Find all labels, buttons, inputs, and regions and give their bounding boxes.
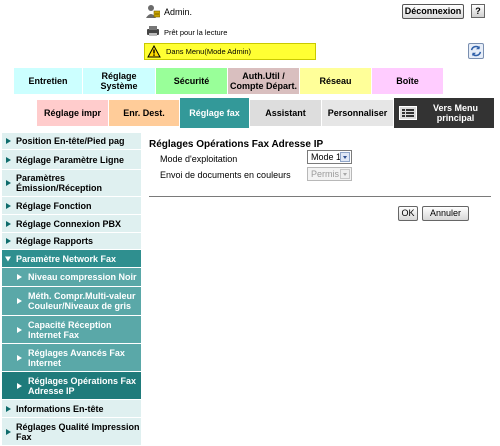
help-button[interactable]: ? — [471, 4, 485, 18]
chevron-right-icon — [6, 202, 11, 209]
color-docs-select[interactable]: Permis — [307, 167, 352, 181]
tab-print-settings[interactable]: Réglage impr — [37, 100, 109, 126]
main-tab-row: Entretien Réglage Système Sécurité Auth.… — [14, 68, 444, 95]
printer-icon — [147, 26, 159, 36]
chevron-down-icon — [340, 152, 350, 162]
sidebar-item-label: Position En-tête/Pied pag — [16, 136, 125, 146]
sidebar-item-label: Réglages Avancés Fax Internet — [28, 347, 125, 368]
chevron-right-icon — [6, 156, 11, 163]
sidebar-item-label: Méth. Compr.Multi-valeur Couleur/Niveaux… — [28, 291, 136, 311]
mode-select[interactable]: Mode 1 — [307, 150, 352, 164]
chevron-right-icon — [6, 180, 11, 186]
menu-icon — [399, 106, 417, 120]
tab-network[interactable]: Réseau — [300, 68, 372, 94]
ok-button[interactable]: OK — [398, 206, 418, 221]
refresh-icon — [470, 45, 482, 57]
sidebar-item-label: Réglage Connexion PBX — [16, 218, 122, 229]
sidebar-item-label: Paramètres Émission/Réception — [16, 173, 103, 193]
tab-user-auth[interactable]: Auth.Util / Compte Départ. — [228, 68, 300, 94]
chevron-right-icon — [17, 354, 22, 361]
sidebar-item-header-footer-position[interactable]: Position En-tête/Pied pag — [2, 133, 141, 150]
sidebar-item-pbx-connection[interactable]: Réglage Connexion PBX — [2, 215, 141, 233]
chevron-right-icon — [6, 428, 11, 435]
sidebar-subitem-color-compression[interactable]: Méth. Compr.Multi-valeur Couleur/Niveaux… — [2, 287, 141, 316]
chevron-right-icon — [6, 238, 11, 244]
sidebar-subitem-black-compression[interactable]: Niveau compression Noir — [2, 268, 141, 287]
status-text: Prêt pour la lecture — [164, 28, 228, 37]
chevron-right-icon — [17, 382, 22, 389]
sidebar-subitem-ifax-capacity[interactable]: Capacité Réception Internet Fax — [2, 316, 141, 344]
sidebar-item-label: Informations En-tête — [16, 403, 104, 414]
chevron-down-icon — [5, 256, 11, 261]
chevron-right-icon — [6, 405, 11, 412]
logout-button[interactable]: Déconnexion — [402, 4, 464, 19]
chevron-right-icon — [17, 298, 22, 304]
divider — [149, 196, 491, 197]
admin-mode-banner: Dans Menu(Mode Admin) — [144, 43, 316, 60]
sub-tab-row: Réglage impr Enr. Dest. Réglage fax Assi… — [37, 98, 495, 128]
sidebar-item-function-settings[interactable]: Réglage Fonction — [2, 197, 141, 215]
sidebar-item-label: Réglage Fonction — [16, 200, 92, 211]
sidebar-item-label: Capacité Réception Internet Fax — [28, 319, 112, 340]
chevron-right-icon — [17, 326, 22, 333]
sidebar-item-label: Réglage Paramètre Ligne — [16, 154, 125, 165]
mode-text: Dans Menu(Mode Admin) — [166, 47, 252, 56]
tab-main-menu[interactable]: Vers Menu principal — [394, 98, 495, 128]
chevron-right-icon — [6, 138, 11, 144]
sidebar-item-label: Paramètre Network Fax — [16, 253, 117, 264]
tab-main-menu-label: Vers Menu principal — [432, 103, 479, 123]
sidebar-item-report-settings[interactable]: Réglage Rapports — [2, 233, 141, 250]
sidebar-item-header-information[interactable]: Informations En-tête — [2, 400, 141, 418]
mode-select-value: Mode 1 — [311, 152, 342, 162]
tab-system-settings[interactable]: Réglage Système — [83, 68, 156, 94]
sidebar-subitem-ip-fax-operations[interactable]: Réglages Opérations Fax Adresse IP — [2, 372, 141, 400]
user-label: Admin. — [164, 7, 193, 17]
tab-wizard[interactable]: Assistant — [250, 100, 322, 126]
tab-fax-settings[interactable]: Réglage fax — [180, 98, 250, 128]
color-docs-select-value: Permis — [311, 169, 340, 179]
tab-maintenance[interactable]: Entretien — [14, 68, 83, 94]
tab-box[interactable]: Boîte — [372, 68, 444, 94]
tab-store-address[interactable]: Enr. Dest. — [109, 100, 180, 126]
user-icon — [146, 5, 160, 18]
chevron-right-icon — [17, 274, 22, 280]
chevron-down-icon — [340, 169, 350, 179]
warning-icon — [147, 45, 161, 58]
cancel-button[interactable]: Annuler — [422, 206, 469, 221]
tab-customize[interactable]: Personnaliser — [322, 100, 394, 126]
mode-label: Mode d'exploitation — [160, 154, 238, 164]
sidebar-item-tx-rx-settings[interactable]: Paramètres Émission/Réception — [2, 170, 141, 197]
sidebar: Position En-tête/Pied pag Réglage Paramè… — [2, 133, 141, 446]
sidebar-item-label: Réglage Rapports — [16, 236, 94, 246]
tab-security[interactable]: Sécurité — [156, 68, 228, 94]
sidebar-item-print-quality[interactable]: Réglages Qualité Impression Fax — [2, 418, 141, 446]
color-docs-label: Envoi de documents en couleurs — [160, 170, 291, 180]
sidebar-item-network-fax[interactable]: Paramètre Network Fax — [2, 250, 141, 268]
sidebar-item-line-parameters[interactable]: Réglage Paramètre Ligne — [2, 150, 141, 170]
sidebar-item-label: Niveau compression Noir — [28, 272, 137, 282]
refresh-button[interactable] — [468, 43, 484, 59]
sidebar-item-label: Réglages Qualité Impression Fax — [16, 421, 140, 442]
sidebar-item-label: Réglages Opérations Fax Adresse IP — [28, 375, 137, 396]
sidebar-subitem-ifax-advanced[interactable]: Réglages Avancés Fax Internet — [2, 344, 141, 372]
chevron-right-icon — [6, 220, 11, 227]
page-title: Réglages Opérations Fax Adresse IP — [149, 139, 324, 150]
